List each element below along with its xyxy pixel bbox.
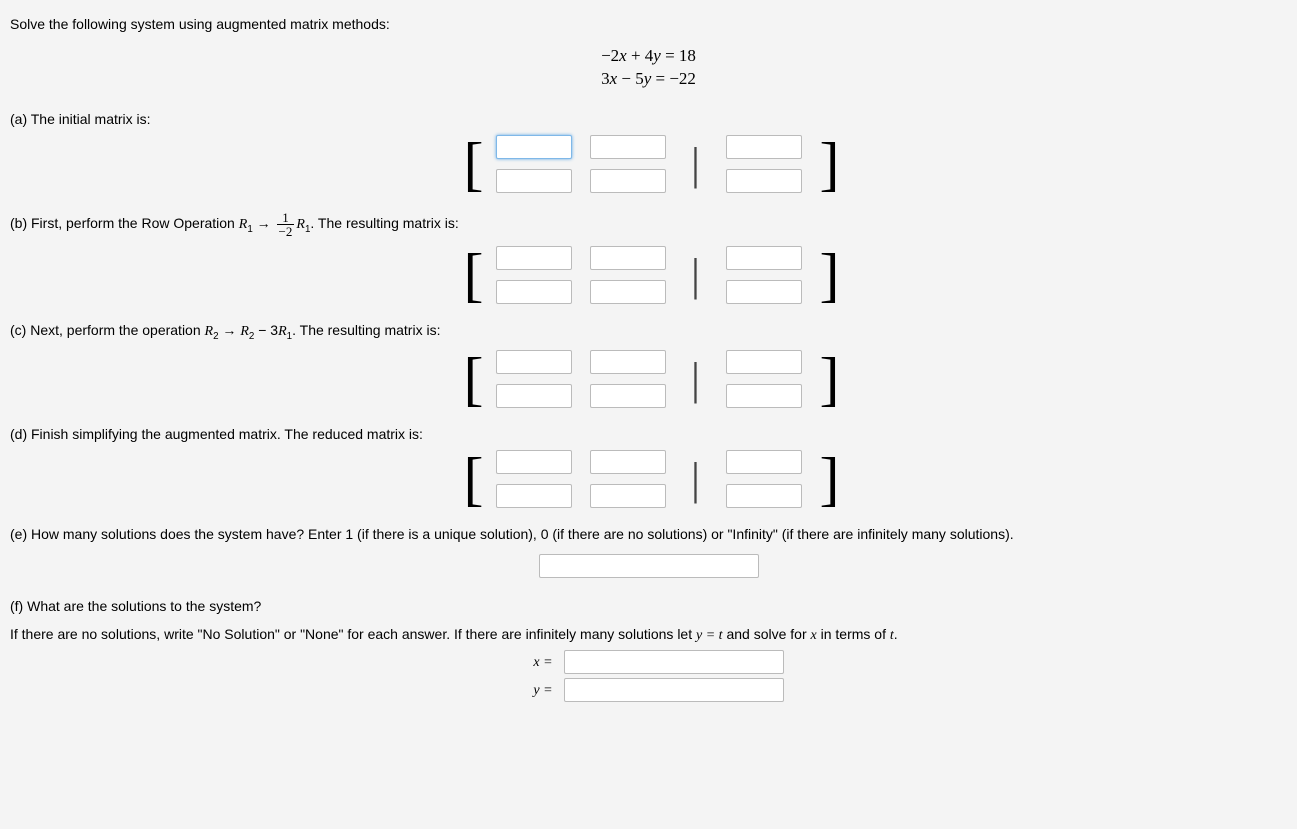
matrix-b-r1c2[interactable] (590, 246, 666, 270)
matrix-b: [ | ] (464, 246, 834, 304)
matrix-d-r1c3[interactable] (726, 450, 802, 474)
matrix-a-r1c1[interactable] (496, 135, 572, 159)
y-equals-label: y = (513, 683, 553, 699)
matrix-d: [ | ] (464, 450, 834, 508)
matrix-b-r1c3[interactable] (726, 246, 802, 270)
part-c-label: (c) Next, perform the operation R2 → R2 … (10, 322, 1287, 342)
part-b-label: (b) First, perform the Row Operation R1 … (10, 211, 1287, 238)
augment-bar-icon: | (684, 252, 708, 298)
matrix-a-r2c3[interactable] (726, 169, 802, 193)
matrix-c-r2c2[interactable] (590, 384, 666, 408)
matrix-c-r1c2[interactable] (590, 350, 666, 374)
matrix-a-r1c2[interactable] (590, 135, 666, 159)
matrix-a-r2c2[interactable] (590, 169, 666, 193)
matrix-c-r1c3[interactable] (726, 350, 802, 374)
matrix-a: [ | ] (464, 135, 834, 193)
part-d-label: (d) Finish simplifying the augmented mat… (10, 426, 1287, 442)
part-a-label: (a) The initial matrix is: (10, 111, 1287, 127)
matrix-c: [ | ] (464, 350, 834, 408)
num-solutions-input[interactable] (539, 554, 759, 578)
matrix-a-r2c1[interactable] (496, 169, 572, 193)
y-answer-input[interactable] (564, 678, 784, 702)
matrix-b-r2c2[interactable] (590, 280, 666, 304)
matrix-c-r2c1[interactable] (496, 384, 572, 408)
matrix-b-r2c3[interactable] (726, 280, 802, 304)
part-e-label: (e) How many solutions does the system h… (10, 526, 1287, 542)
bracket-right-icon: ] (820, 135, 834, 193)
matrix-b-r2c1[interactable] (496, 280, 572, 304)
intro-text: Solve the following system using augment… (10, 16, 1287, 32)
matrix-c-r1c1[interactable] (496, 350, 572, 374)
matrix-b-r1c1[interactable] (496, 246, 572, 270)
augment-bar-icon: | (684, 141, 708, 187)
matrix-d-r2c3[interactable] (726, 484, 802, 508)
part-f-label-1: (f) What are the solutions to the system… (10, 598, 1287, 614)
augment-bar-icon: | (684, 456, 708, 502)
bracket-right-icon: ] (820, 246, 834, 304)
bracket-left-icon: [ (464, 350, 478, 408)
equation-system: −2x + 4y = 18 3x − 5y = −22 (10, 46, 1287, 89)
equation-line-1: −2x + 4y = 18 (10, 46, 1287, 66)
part-f-label-2: If there are no solutions, write "No Sol… (10, 626, 1287, 644)
matrix-a-r1c3[interactable] (726, 135, 802, 159)
bracket-right-icon: ] (820, 350, 834, 408)
equation-line-2: 3x − 5y = −22 (10, 69, 1287, 89)
matrix-d-r2c1[interactable] (496, 484, 572, 508)
matrix-d-r2c2[interactable] (590, 484, 666, 508)
augment-bar-icon: | (684, 356, 708, 402)
bracket-left-icon: [ (464, 135, 478, 193)
bracket-left-icon: [ (464, 246, 478, 304)
matrix-d-r1c1[interactable] (496, 450, 572, 474)
x-equals-label: x = (513, 655, 553, 671)
matrix-d-r1c2[interactable] (590, 450, 666, 474)
matrix-c-r2c3[interactable] (726, 384, 802, 408)
bracket-left-icon: [ (464, 450, 478, 508)
bracket-right-icon: ] (820, 450, 834, 508)
x-answer-input[interactable] (564, 650, 784, 674)
